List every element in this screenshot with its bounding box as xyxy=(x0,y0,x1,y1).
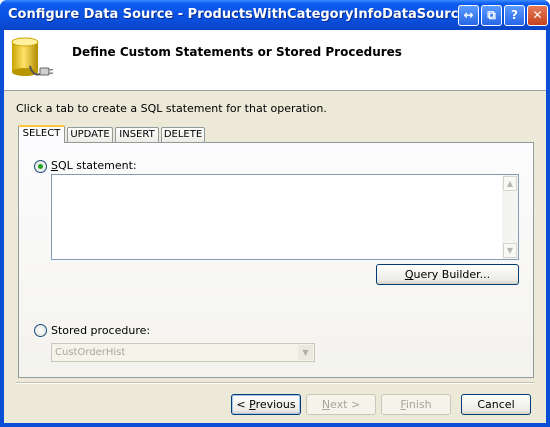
tab-update[interactable]: UPDATE xyxy=(67,127,113,142)
vertical-scrollbar[interactable]: ▲ ▼ xyxy=(502,175,518,259)
sql-statement-input[interactable]: ▲ ▼ xyxy=(51,174,519,260)
next-button[interactable]: Next > xyxy=(306,394,376,415)
sql-statement-radio[interactable] xyxy=(34,160,47,173)
page-title: Define Custom Statements or Stored Proce… xyxy=(72,45,402,59)
close-button[interactable]: ✕ xyxy=(527,5,548,26)
scroll-down-icon[interactable]: ▼ xyxy=(503,243,517,258)
cancel-button[interactable]: Cancel xyxy=(461,394,531,415)
sql-statement-label: SQL statement: xyxy=(51,159,137,172)
title-bar[interactable]: Configure Data Source - ProductsWithCate… xyxy=(0,0,550,30)
instruction-text: Click a tab to create a SQL statement fo… xyxy=(16,102,327,115)
chevron-down-icon[interactable]: ▼ xyxy=(298,345,313,360)
footer-divider xyxy=(16,382,534,384)
database-connector-icon xyxy=(11,37,53,76)
stored-procedure-radio[interactable] xyxy=(34,324,47,337)
query-builder-button[interactable]: Query Builder... xyxy=(376,264,519,285)
previous-button[interactable]: < Previous xyxy=(231,394,301,415)
stored-procedure-select[interactable]: CustOrderHist ▼ xyxy=(51,343,315,362)
restore-button[interactable]: ⧉ xyxy=(481,5,502,26)
finish-button[interactable]: Finish xyxy=(381,394,451,415)
tab-insert[interactable]: INSERT xyxy=(115,127,159,142)
back-forward-button[interactable]: ↔ xyxy=(458,5,479,26)
window-title: Configure Data Source - ProductsWithCate… xyxy=(8,7,468,22)
header-banner: Define Custom Statements or Stored Proce… xyxy=(4,30,546,91)
help-button[interactable]: ? xyxy=(504,5,525,26)
radio-selected-dot xyxy=(38,164,43,169)
scroll-up-icon[interactable]: ▲ xyxy=(503,176,517,191)
dialog-window: Configure Data Source - ProductsWithCate… xyxy=(0,0,550,427)
dialog-body: Define Custom Statements or Stored Proce… xyxy=(4,30,546,423)
tab-select[interactable]: SELECT xyxy=(18,125,65,143)
stored-procedure-label: Stored procedure: xyxy=(51,324,151,337)
tab-panel: SQL statement: ▲ ▼ Query Builder... Stor… xyxy=(18,142,534,378)
tab-delete[interactable]: DELETE xyxy=(161,127,205,142)
stored-procedure-value: CustOrderHist xyxy=(55,347,126,358)
